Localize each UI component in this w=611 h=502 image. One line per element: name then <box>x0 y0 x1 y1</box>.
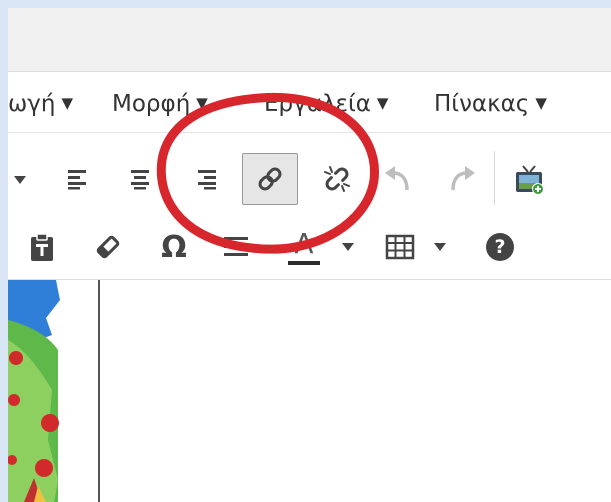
menu-insert[interactable]: ωγή ▼ <box>8 89 73 118</box>
align-left-button[interactable] <box>58 157 98 201</box>
paste-as-text-button[interactable] <box>22 227 62 267</box>
redo-button[interactable] <box>442 157 482 201</box>
dropdown-caret-button[interactable] <box>10 163 30 197</box>
horizontal-line-icon <box>224 237 248 256</box>
undo-button[interactable] <box>378 157 418 201</box>
chevron-down-icon: ▼ <box>61 94 73 112</box>
caret-down-icon <box>14 176 26 184</box>
text-color-icon: A <box>294 227 314 260</box>
menu-tools-label: Εργαλεία <box>264 91 371 117</box>
title-bar <box>8 8 611 72</box>
text-color-swatch <box>288 261 320 265</box>
insert-link-button[interactable] <box>242 153 298 205</box>
horizontal-line-button[interactable] <box>216 227 256 267</box>
table-icon <box>385 234 415 260</box>
align-center-button[interactable] <box>120 157 160 201</box>
help-button[interactable]: ? <box>480 227 520 267</box>
special-character-button[interactable]: Ω <box>154 225 194 269</box>
omega-icon: Ω <box>161 229 187 265</box>
menu-format[interactable]: Μορφή ▼ <box>112 89 208 118</box>
unlink-icon <box>324 166 350 192</box>
text-color-dropdown[interactable] <box>338 231 358 263</box>
align-center-icon <box>131 170 149 190</box>
link-icon <box>258 167 282 191</box>
help-icon: ? <box>486 233 514 261</box>
menu-insert-label: ωγή <box>8 91 56 117</box>
undo-icon <box>385 166 409 191</box>
chevron-down-icon: ▼ <box>535 94 547 112</box>
redo-icon <box>451 166 475 191</box>
toolbar-separator <box>494 151 495 205</box>
menu-table[interactable]: Πίνακας ▼ <box>434 89 547 118</box>
table-dropdown[interactable] <box>430 231 450 263</box>
align-left-icon <box>68 170 86 190</box>
toolbar: Ω A ? <box>8 133 611 280</box>
chevron-down-icon: ▼ <box>196 94 208 112</box>
editor-content-area[interactable] <box>8 280 611 502</box>
media-tv-icon <box>516 165 544 195</box>
unlink-button[interactable] <box>312 153 362 205</box>
caret-down-icon <box>342 243 354 251</box>
align-right-button[interactable] <box>186 157 226 201</box>
menu-bar: ωγή ▼ Μορφή ▼ Εργαλεία ▼ Πίνακας ▼ <box>8 72 611 133</box>
clipboard-icon <box>31 233 53 261</box>
text-cursor-caret <box>98 280 100 502</box>
clear-formatting-button[interactable] <box>88 227 128 267</box>
decorative-image <box>8 280 62 502</box>
caret-down-icon <box>434 243 446 251</box>
insert-media-button[interactable] <box>506 155 552 203</box>
chevron-down-icon: ▼ <box>376 94 389 112</box>
menu-tools[interactable]: Εργαλεία ▼ <box>264 89 388 118</box>
editor-window: ωγή ▼ Μορφή ▼ Εργαλεία ▼ Πίνακας ▼ Ω A ? <box>8 8 611 502</box>
menu-table-label: Πίνακας <box>434 91 530 117</box>
menu-format-label: Μορφή <box>112 91 191 117</box>
eraser-icon <box>96 235 120 259</box>
table-button[interactable] <box>380 227 420 267</box>
align-right-icon <box>198 170 216 190</box>
text-color-button[interactable]: A <box>284 223 324 271</box>
